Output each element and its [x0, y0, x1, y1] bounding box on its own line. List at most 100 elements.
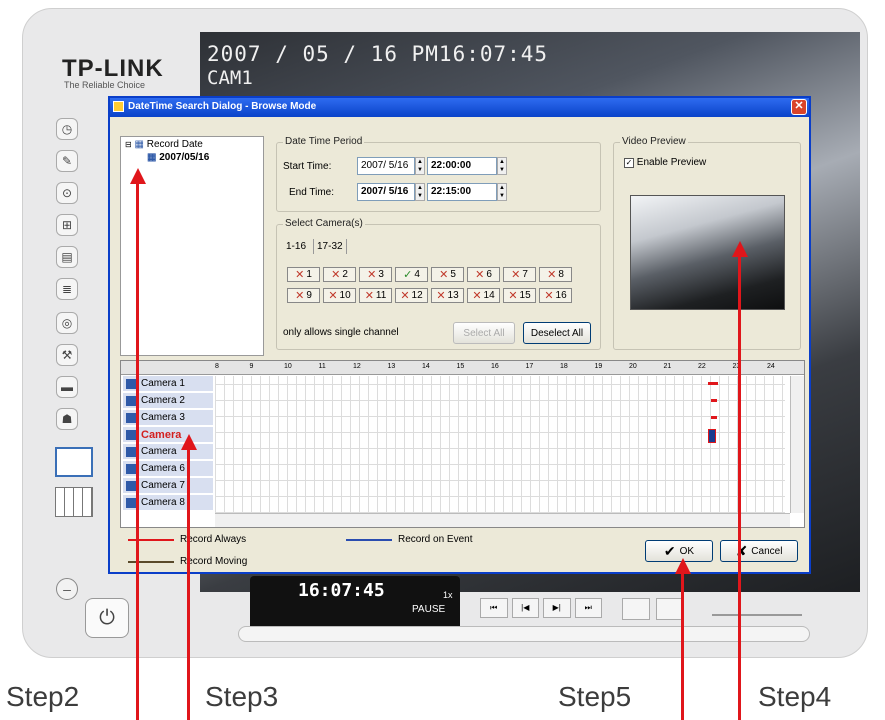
skip-forward-icon[interactable]: ⏭: [574, 598, 602, 618]
end-time-field[interactable]: 22:15:00: [427, 183, 497, 201]
pen-icon[interactable]: ✎: [56, 150, 78, 172]
camera-button-15[interactable]: ✕ 15: [503, 288, 536, 303]
folder-icon[interactable]: ▬: [56, 376, 78, 398]
start-time-field[interactable]: 22:00:00: [427, 157, 497, 175]
camera-button-9[interactable]: ✕ 9: [287, 288, 320, 303]
power-button[interactable]: ⏻: [85, 598, 129, 638]
camera-button-6[interactable]: ✕ 6: [467, 267, 500, 282]
timeline-vscroll[interactable]: [790, 376, 804, 513]
x-icon: ✕: [295, 290, 305, 302]
legend-moving-line: [128, 561, 174, 563]
camera-number: 1: [306, 269, 312, 280]
period-group: Date Time Period Start Time: 2007/ 5/16 …: [276, 136, 601, 212]
legend-always-line: [128, 539, 174, 541]
legend: Record Always Record Moving Record on Ev…: [124, 534, 524, 574]
camera-icon: [126, 396, 136, 406]
playback-scrollbar[interactable]: [238, 626, 810, 642]
step2-arrowhead: [130, 168, 146, 184]
tree-date-item[interactable]: ▦ 2007/05/16: [147, 152, 209, 163]
camera-number: 7: [522, 269, 528, 280]
step5-label: Step5: [558, 681, 632, 712]
camera-button-11[interactable]: ✕ 11: [359, 288, 392, 303]
video-camera-label: CAM1: [207, 67, 253, 89]
camera-group-label: Select Camera(s): [283, 218, 365, 229]
camera-row-label: Camera: [141, 446, 177, 457]
camera-button-10[interactable]: ✕ 10: [323, 288, 356, 303]
checkbox-icon[interactable]: ✓: [624, 158, 634, 168]
clock-icon[interactable]: ◷: [56, 118, 78, 140]
camera-icon: [126, 498, 136, 508]
camera-number: 12: [411, 290, 423, 301]
camera-button-3[interactable]: ✕ 3: [359, 267, 392, 282]
volume-slider[interactable]: [712, 600, 802, 616]
snapshot-icon[interactable]: [622, 598, 650, 620]
record-mark-1: [708, 382, 718, 385]
step5-arrow: [681, 570, 684, 720]
camera-button-16[interactable]: ✕ 16: [539, 288, 572, 303]
hour-label: 14: [422, 363, 430, 370]
printer-icon[interactable]: ▤: [56, 246, 78, 268]
list-icon[interactable]: ≣: [56, 278, 78, 300]
skip-back-icon[interactable]: ⏮: [480, 598, 508, 618]
record-mark-3: [711, 416, 717, 419]
hour-label: 13: [387, 363, 396, 370]
x-icon: ✕: [328, 290, 338, 302]
camera-button-13[interactable]: ✕ 13: [431, 288, 464, 303]
timeline-hscroll[interactable]: [215, 513, 790, 527]
zoom-out-icon[interactable]: –: [56, 578, 78, 600]
wrench-icon[interactable]: ⚒: [56, 344, 78, 366]
tree-root[interactable]: ⊟ ▦ Record Date: [125, 139, 203, 150]
timeline-panel: 8 9 10 11 12 13 14 15 16 17 18 19 20 21 22 23 24 Camera …: [120, 360, 805, 528]
close-icon[interactable]: ✕: [791, 99, 807, 115]
hour-label: 22: [698, 363, 706, 370]
step3-arrow: [187, 446, 190, 720]
start-date-spinner[interactable]: ▲ ▼: [415, 157, 425, 175]
end-time-spinner[interactable]: ▲ ▼: [497, 183, 507, 201]
end-date-field[interactable]: 2007/ 5/16: [357, 183, 415, 201]
end-date-spinner[interactable]: ▲ ▼: [415, 183, 425, 201]
tab-17-32[interactable]: 17-32: [313, 239, 347, 254]
camera-button-2[interactable]: ✕ 2: [323, 267, 356, 282]
timeline-grid[interactable]: [215, 376, 785, 513]
network-icon[interactable]: ⊞: [56, 214, 78, 236]
enable-preview-checkbox[interactable]: ✓ Enable Preview: [624, 157, 706, 168]
start-date-field[interactable]: 2007/ 5/16: [357, 157, 415, 175]
camera-button-14[interactable]: ✕ 14: [467, 288, 500, 303]
grid-view-button[interactable]: [55, 487, 93, 517]
camera-button-7[interactable]: ✕ 7: [503, 267, 536, 282]
hour-label: 12: [353, 363, 361, 370]
camera-icon: [126, 379, 136, 389]
camera-button-1[interactable]: ✕ 1: [287, 267, 320, 282]
record-icon[interactable]: [656, 598, 684, 620]
cancel-button[interactable]: ✘ Cancel: [720, 540, 798, 562]
camera-button-8[interactable]: ✕ 8: [539, 267, 572, 282]
camera-row-label: Camera 2: [141, 395, 185, 406]
hour-label: 15: [456, 363, 465, 370]
camera-button-5[interactable]: ✕ 5: [431, 267, 464, 282]
hour-label: 19: [594, 363, 603, 370]
camera-button-12[interactable]: ✕ 12: [395, 288, 428, 303]
user-icon[interactable]: ☗: [56, 408, 78, 430]
hour-label: 9: [249, 363, 254, 370]
enable-preview-label: Enable Preview: [636, 157, 707, 168]
step3-label: Step3: [205, 681, 279, 712]
deselect-all-button[interactable]: Deselect All: [523, 322, 591, 344]
step2-label: Step2: [6, 681, 80, 712]
step-forward-icon[interactable]: ▶|: [543, 598, 571, 618]
single-view-button[interactable]: [55, 447, 93, 477]
eye-icon[interactable]: ◎: [56, 312, 78, 334]
tree-root-label: Record Date: [146, 139, 203, 150]
tree-date-label: 2007/05/16: [159, 152, 210, 163]
x-icon: ✕: [331, 269, 341, 281]
step-back-icon[interactable]: |◀: [511, 598, 539, 618]
camera-icon[interactable]: ⊙: [56, 182, 78, 204]
hour-label: 18: [560, 363, 568, 370]
tree-collapse-icon[interactable]: ⊟: [125, 140, 132, 149]
camera-icon: [126, 447, 136, 457]
select-all-button[interactable]: Select All: [453, 322, 515, 344]
camera-button-4[interactable]: ✓ 4: [395, 267, 428, 282]
start-time-spinner[interactable]: ▲ ▼: [497, 157, 507, 175]
tab-1-16[interactable]: 1-16: [283, 239, 309, 254]
camera-number: 9: [306, 290, 312, 301]
date-icon: ▦: [147, 152, 157, 163]
